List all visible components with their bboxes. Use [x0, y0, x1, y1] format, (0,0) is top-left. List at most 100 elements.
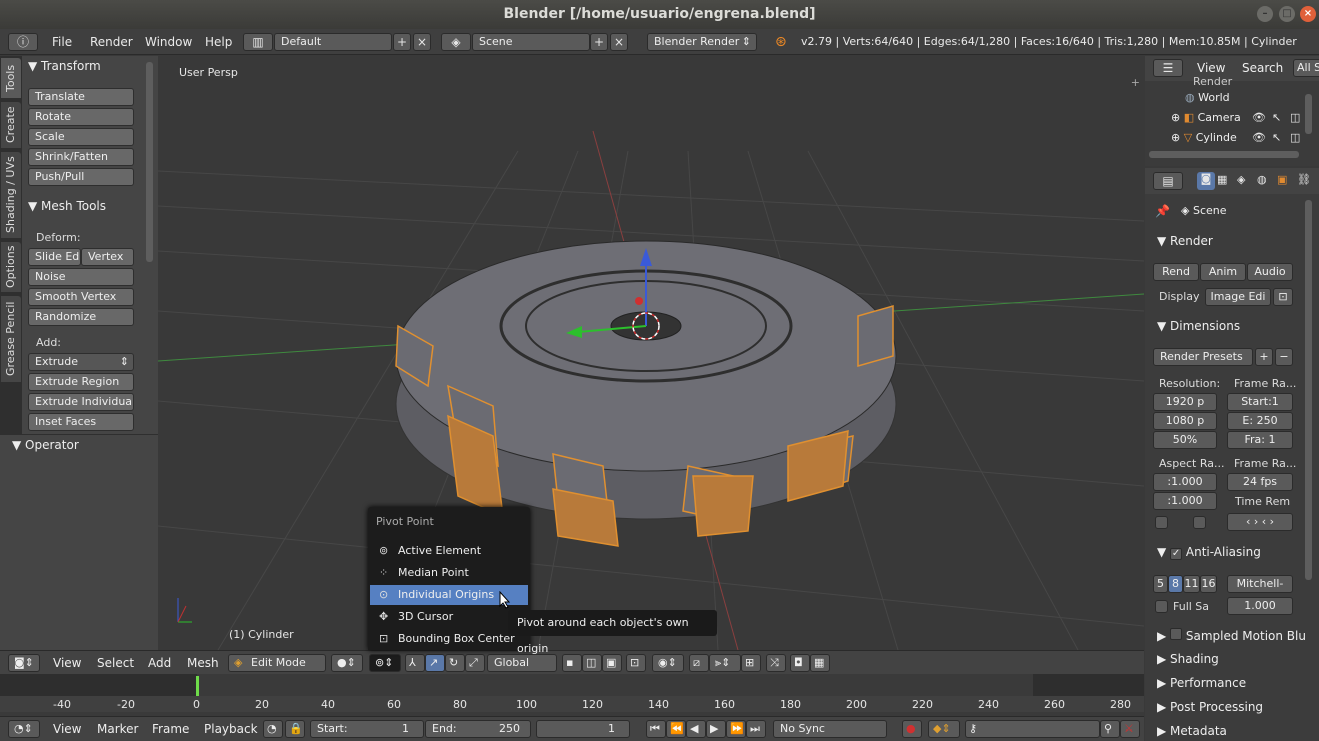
- tab-create[interactable]: Create: [1, 102, 21, 148]
- shrink-fatten-button[interactable]: Shrink/Fatten: [28, 148, 134, 166]
- render-panel-header[interactable]: ▼ Render: [1157, 234, 1213, 248]
- jump-keyframe-forward-icon[interactable]: ⏩: [726, 720, 746, 738]
- antialiasing-panel-header[interactable]: ▼ ✓ Anti-Aliasing: [1157, 545, 1261, 560]
- extrude-individual-button[interactable]: Extrude Individual: [28, 393, 134, 411]
- face-select-mode-icon[interactable]: ▣: [602, 654, 622, 672]
- 3d-viewport[interactable]: User Persp (1) Cylinder +: [158, 56, 1144, 650]
- interaction-mode-select[interactable]: ◈ Edit Mode: [228, 654, 326, 672]
- current-frame-indicator[interactable]: [196, 676, 199, 696]
- pin-icon[interactable]: 📌: [1155, 204, 1170, 218]
- remove-layout-icon[interactable]: ×: [413, 33, 431, 51]
- dimensions-panel-header[interactable]: ▼ Dimensions: [1157, 319, 1240, 333]
- cylinder-select-cursor-icon[interactable]: ↖: [1272, 131, 1281, 144]
- push-pull-button[interactable]: Push/Pull: [28, 168, 134, 186]
- sampled-motion-blur-panel-header[interactable]: ▶ Sampled Motion Blu: [1157, 628, 1306, 643]
- tab-grease-pencil[interactable]: Grease Pencil: [1, 296, 21, 382]
- editor-type-outliner-icon[interactable]: ☰: [1153, 59, 1183, 77]
- antialiasing-checkbox[interactable]: ✓: [1170, 548, 1183, 560]
- performance-panel-header[interactable]: ▶ Performance: [1157, 676, 1246, 690]
- editor-type-3dview-icon[interactable]: ◙⇕: [8, 654, 40, 672]
- resolution-percentage-field[interactable]: 50%: [1153, 431, 1217, 449]
- aspect-x-field[interactable]: :1.000: [1153, 473, 1217, 491]
- object-context-icon[interactable]: ▣: [1277, 173, 1287, 186]
- preview-range-icon[interactable]: ◔: [263, 720, 283, 738]
- rotate-manipulator-icon[interactable]: ↻: [445, 654, 465, 672]
- add-preset-icon[interactable]: +: [1255, 348, 1273, 366]
- translate-manipulator-icon[interactable]: ↗: [425, 654, 445, 672]
- cylinder-render-icon[interactable]: ◫: [1290, 131, 1300, 144]
- world-context-icon[interactable]: ◍: [1257, 173, 1267, 186]
- fps-select[interactable]: 24 fps: [1227, 473, 1293, 491]
- noise-button[interactable]: Noise: [28, 268, 134, 286]
- snap-toggle-icon[interactable]: ⊞: [741, 654, 761, 672]
- snap-element-select[interactable]: ⫸⇕: [709, 654, 741, 672]
- resolution-x-field[interactable]: 1920 p: [1153, 393, 1217, 411]
- mesh-tools-panel-header[interactable]: ▼ Mesh Tools: [28, 199, 106, 213]
- slide-edge-button[interactable]: Slide Ed: [28, 248, 81, 266]
- opengl-render-animation-icon[interactable]: ▦: [810, 654, 830, 672]
- scene-icon[interactable]: ◈: [441, 33, 471, 51]
- scene-context-icon[interactable]: ◈: [1237, 173, 1245, 186]
- insert-keyframe-icon[interactable]: ⚲: [1100, 720, 1120, 738]
- maximize-icon[interactable]: □: [1279, 6, 1295, 22]
- cylinder-visibility-eye-icon[interactable]: 👁: [1252, 131, 1266, 144]
- start-frame-field[interactable]: Start: 1: [310, 720, 424, 738]
- tool-shelf-scrollbar[interactable]: [146, 62, 153, 262]
- jump-keyframe-back-icon[interactable]: ⏪: [666, 720, 686, 738]
- lock-interface-icon[interactable]: ⊡: [1273, 288, 1293, 306]
- menu-timeline-view[interactable]: View: [53, 717, 81, 741]
- sync-mode-select[interactable]: No Sync: [773, 720, 887, 738]
- expand-properties-icon[interactable]: +: [1131, 76, 1140, 89]
- record-keyframe-icon[interactable]: ●: [902, 720, 922, 738]
- audio-button[interactable]: Audio: [1247, 263, 1293, 281]
- inset-faces-button[interactable]: Inset Faces: [28, 413, 134, 431]
- remove-preset-icon[interactable]: −: [1275, 348, 1293, 366]
- menu-playback[interactable]: Playback: [204, 717, 258, 741]
- editor-type-properties-icon[interactable]: ▤: [1153, 172, 1183, 190]
- outliner-v-scrollbar[interactable]: [1305, 94, 1312, 134]
- add-layout-icon[interactable]: +: [393, 33, 411, 51]
- post-processing-panel-header[interactable]: ▶ Post Processing: [1157, 700, 1263, 714]
- edge-select-mode-icon[interactable]: ◫: [582, 654, 602, 672]
- operator-panel-header[interactable]: ▼ Operator: [12, 438, 79, 452]
- outliner-item-render[interactable]: Render: [1193, 75, 1232, 88]
- opengl-render-image-icon[interactable]: ◘: [790, 654, 810, 672]
- scale-button[interactable]: Scale: [28, 128, 134, 146]
- camera-render-icon[interactable]: ◫: [1290, 111, 1300, 124]
- extrude-region-button[interactable]: Extrude Region: [28, 373, 134, 391]
- minimize-icon[interactable]: –: [1257, 6, 1273, 22]
- outliner-display-select[interactable]: All S: [1293, 59, 1319, 77]
- camera-select-cursor-icon[interactable]: ↖: [1272, 111, 1281, 124]
- frame-end-field[interactable]: E: 250: [1227, 412, 1293, 430]
- add-scene-icon[interactable]: +: [590, 33, 608, 51]
- crop-checkbox[interactable]: [1193, 516, 1206, 529]
- full-sample-checkbox[interactable]: [1155, 600, 1168, 613]
- aa-samples-11[interactable]: 11: [1183, 575, 1200, 593]
- extrude-select[interactable]: Extrude ⇕: [28, 353, 134, 371]
- jump-start-icon[interactable]: ⏮: [646, 720, 666, 738]
- menu-item-bounding-box-center[interactable]: ⊡ Bounding Box Center: [370, 629, 528, 649]
- aa-filter-select[interactable]: Mitchell-: [1227, 575, 1293, 593]
- editor-type-info-icon[interactable]: ⓘ: [8, 33, 38, 51]
- menu-add[interactable]: Add: [148, 651, 171, 675]
- menu-window[interactable]: Window: [145, 29, 192, 55]
- tab-options[interactable]: Options: [1, 242, 21, 292]
- jump-end-icon[interactable]: ⏭: [746, 720, 766, 738]
- lock-range-icon[interactable]: 🔒: [285, 720, 305, 738]
- menu-select[interactable]: Select: [97, 651, 134, 675]
- translate-button[interactable]: Translate: [28, 88, 134, 106]
- scene-field[interactable]: Scene: [472, 33, 590, 51]
- tab-tools[interactable]: Tools: [1, 58, 21, 98]
- menu-item-3d-cursor[interactable]: ✥ 3D Cursor: [370, 607, 528, 627]
- menu-help[interactable]: Help: [205, 29, 232, 55]
- frame-start-field[interactable]: Start:1: [1227, 393, 1293, 411]
- mirror-icon[interactable]: ⧄: [689, 654, 709, 672]
- display-select[interactable]: Image Edi: [1205, 288, 1271, 306]
- filter-size-field[interactable]: 1.000: [1227, 597, 1293, 615]
- scale-manipulator-icon[interactable]: ⤢: [465, 654, 485, 672]
- delete-keyframe-icon[interactable]: ⚔: [1120, 720, 1140, 738]
- menu-frame[interactable]: Frame: [152, 717, 189, 741]
- menu-render[interactable]: Render: [90, 29, 133, 55]
- aa-samples-8[interactable]: 8: [1168, 575, 1183, 593]
- menu-mesh[interactable]: Mesh: [187, 651, 219, 675]
